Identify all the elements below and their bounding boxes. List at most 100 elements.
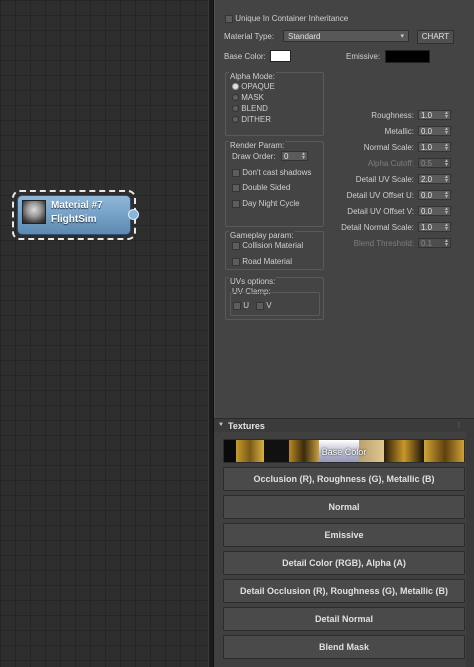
uv-clamp-v-checkbox[interactable] bbox=[256, 301, 264, 310]
texture-thumb-part bbox=[384, 440, 424, 462]
param-spinner[interactable]: 0.0 ▲ ▼ bbox=[418, 126, 451, 136]
texture-slot-occlusion-roughness-metallic[interactable]: Occlusion (R), Roughness (G), Metallic (… bbox=[223, 467, 465, 491]
render-param-title: Render Param: bbox=[229, 141, 286, 150]
radio-icon bbox=[232, 105, 239, 113]
uv-clamp-v-row[interactable]: V bbox=[256, 301, 272, 310]
textures-scrollbar[interactable] bbox=[466, 432, 474, 667]
chevron-down-icon: ▾ bbox=[400, 33, 404, 40]
radio-icon bbox=[232, 94, 239, 102]
day-night-cycle-checkbox[interactable] bbox=[232, 199, 240, 208]
collision-material-label: Collision Material bbox=[242, 241, 304, 250]
alpha-option-mask[interactable]: MASK bbox=[232, 93, 264, 102]
drag-grip-icon: ⁞ bbox=[457, 421, 460, 430]
texture-slot-normal[interactable]: Normal bbox=[223, 495, 465, 519]
radio-icon bbox=[232, 116, 239, 124]
material-type-label: Material Type: bbox=[224, 32, 275, 41]
gameplay-param-group: Gameplay param: Collision Material Road … bbox=[225, 231, 324, 270]
material-type-dropdown[interactable]: Standard ▾ bbox=[283, 30, 409, 42]
param-label: Detail UV Offset V: bbox=[347, 207, 414, 216]
texture-slot-detail-normal[interactable]: Detail Normal bbox=[223, 607, 465, 631]
param-spinner[interactable]: 2.0 ▲ ▼ bbox=[418, 174, 451, 184]
textures-rollout-header[interactable]: ▼ Textures ⁞ bbox=[214, 418, 474, 432]
uv-clamp-v-label: V bbox=[266, 301, 272, 310]
param-label: Alpha Cutoff: bbox=[367, 159, 414, 168]
param-value: 0.0 bbox=[421, 207, 433, 216]
emissive-color-swatch[interactable] bbox=[385, 50, 430, 63]
material-node-subtitle: FlightSim bbox=[51, 214, 97, 225]
day-night-cycle-row[interactable]: Day Night Cycle bbox=[232, 199, 300, 208]
dont-cast-shadows-label: Don't cast shadows bbox=[242, 168, 312, 177]
draw-order-spinner[interactable]: 0 ▲ ▼ bbox=[281, 151, 308, 161]
uv-options-group: UVs options: UV Clamp: U V bbox=[225, 277, 324, 320]
dont-cast-shadows-checkbox[interactable] bbox=[232, 168, 240, 177]
spinner-arrows-icon: ▲ ▼ bbox=[444, 206, 449, 216]
spinner-arrows-icon: ▲ ▼ bbox=[444, 126, 449, 136]
unique-inheritance-label: Unique In Container Inheritance bbox=[235, 14, 349, 23]
texture-thumb-part bbox=[264, 440, 289, 462]
param-label: Blend Threshold: bbox=[353, 239, 414, 248]
uv-options-title: UVs options: bbox=[229, 277, 277, 286]
uv-clamp-u-checkbox[interactable] bbox=[233, 301, 241, 310]
texture-slot-emissive[interactable]: Emissive bbox=[223, 523, 465, 547]
param-value: 0.0 bbox=[421, 127, 433, 136]
collision-material-row[interactable]: Collision Material bbox=[232, 241, 303, 250]
spinner-arrows-icon: ▲ ▼ bbox=[444, 110, 449, 120]
spinner-arrows-icon: ▲ ▼ bbox=[444, 222, 449, 232]
double-sided-label: Double Sided bbox=[242, 183, 291, 192]
road-material-label: Road Material bbox=[242, 257, 293, 266]
material-node-body[interactable]: Material #7 FlightSim bbox=[17, 195, 139, 235]
material-node-title: Material #7 bbox=[51, 200, 103, 211]
double-sided-checkbox[interactable] bbox=[232, 183, 240, 192]
spinner-arrows-icon: ▲ ▼ bbox=[444, 238, 449, 248]
textures-body: Base Color Occlusion (R), Roughness (G),… bbox=[214, 432, 474, 667]
param-spinner[interactable]: 1.0 ▲ ▼ bbox=[418, 110, 451, 120]
param-value: 0.1 bbox=[421, 239, 433, 248]
material-node[interactable]: Material #7 FlightSim bbox=[12, 190, 139, 240]
param-value: 2.0 bbox=[421, 175, 433, 184]
unique-inheritance-row[interactable]: Unique In Container Inheritance bbox=[225, 14, 348, 23]
texture-thumb-part bbox=[224, 440, 236, 462]
alpha-option-label: DITHER bbox=[241, 115, 272, 124]
alpha-mode-group: Alpha Mode: OPAQUE MASK BLEND DITHER bbox=[225, 72, 324, 136]
output-port[interactable] bbox=[128, 209, 139, 220]
param-value: 1.0 bbox=[421, 143, 433, 152]
collapse-triangle-icon: ▼ bbox=[218, 422, 224, 428]
texture-slot-base-color[interactable]: Base Color bbox=[223, 439, 465, 463]
alpha-option-dither[interactable]: DITHER bbox=[232, 115, 271, 124]
road-material-checkbox[interactable] bbox=[232, 257, 240, 266]
param-spinner[interactable]: 0.0 ▲ ▼ bbox=[418, 190, 451, 200]
chart-button[interactable]: CHART bbox=[417, 30, 454, 44]
param-value: 1.0 bbox=[421, 111, 433, 120]
uv-clamp-u-row[interactable]: U bbox=[233, 301, 249, 310]
alpha-option-opaque[interactable]: OPAQUE bbox=[232, 82, 275, 91]
param-label: Detail UV Offset U: bbox=[346, 191, 414, 200]
node-canvas[interactable]: Material #7 FlightSim bbox=[0, 0, 208, 667]
draw-order-label: Draw Order: bbox=[232, 152, 276, 161]
material-type-value: Standard bbox=[288, 32, 321, 41]
collision-material-checkbox[interactable] bbox=[232, 241, 240, 250]
unique-inheritance-checkbox[interactable] bbox=[225, 14, 233, 23]
texture-slot-base-color-label: Base Color bbox=[321, 447, 367, 457]
param-label: Detail Normal Scale: bbox=[341, 223, 414, 232]
texture-slot-blend-mask[interactable]: Blend Mask bbox=[223, 635, 465, 659]
texture-slot-detail-color[interactable]: Detail Color (RGB), Alpha (A) bbox=[223, 551, 465, 575]
param-label: Metallic: bbox=[384, 127, 414, 136]
param-spinner[interactable]: 0.0 ▲ ▼ bbox=[418, 206, 451, 216]
alpha-option-label: BLEND bbox=[241, 104, 268, 113]
base-color-swatch[interactable] bbox=[270, 50, 291, 62]
param-spinner: 0.1 ▲ ▼ bbox=[418, 238, 451, 248]
spinner-arrows-icon: ▲ ▼ bbox=[444, 174, 449, 184]
param-label: Normal Scale: bbox=[363, 143, 414, 152]
param-label: Roughness: bbox=[371, 111, 414, 120]
param-value: 0.0 bbox=[421, 191, 433, 200]
param-spinner[interactable]: 1.0 ▲ ▼ bbox=[418, 222, 451, 232]
alpha-option-blend[interactable]: BLEND bbox=[232, 104, 268, 113]
road-material-row[interactable]: Road Material bbox=[232, 257, 292, 266]
dont-cast-shadows-row[interactable]: Don't cast shadows bbox=[232, 168, 311, 177]
texture-thumb-part bbox=[236, 440, 264, 462]
day-night-cycle-label: Day Night Cycle bbox=[242, 199, 300, 208]
double-sided-row[interactable]: Double Sided bbox=[232, 183, 290, 192]
texture-slot-detail-orm[interactable]: Detail Occlusion (R), Roughness (G), Met… bbox=[223, 579, 465, 603]
param-spinner[interactable]: 1.0 ▲ ▼ bbox=[418, 142, 451, 152]
param-value: 1.0 bbox=[421, 223, 433, 232]
